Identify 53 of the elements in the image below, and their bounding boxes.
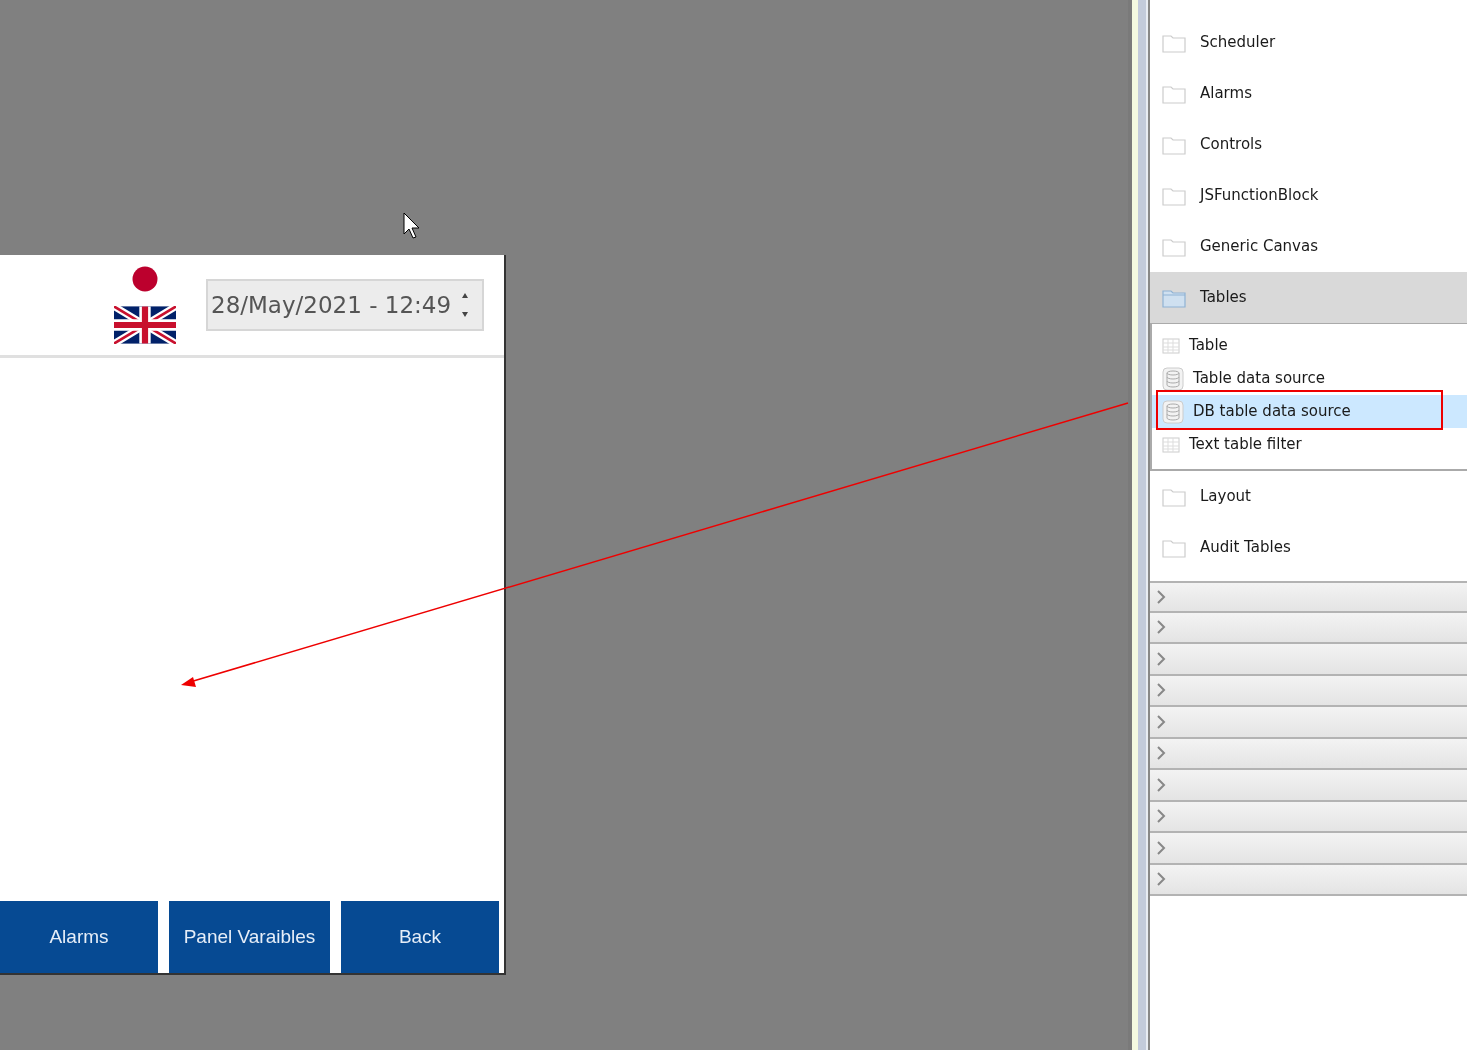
collapsed-group-header[interactable] <box>1150 770 1467 802</box>
palette-item[interactable]: DB table data source <box>1152 395 1467 428</box>
collapsed-group-header[interactable] <box>1150 612 1467 644</box>
spinner-arrows-icon[interactable] <box>461 292 469 318</box>
chevron-right-icon <box>1156 872 1166 887</box>
chevron-right-icon <box>1156 746 1166 761</box>
table-icon <box>1162 336 1180 355</box>
palette-folder[interactable]: Generic Canvas <box>1150 221 1467 272</box>
folder-icon <box>1162 486 1186 507</box>
database-icon <box>1162 366 1184 391</box>
chevron-right-icon <box>1156 714 1166 729</box>
collapsed-group-header[interactable] <box>1150 738 1467 770</box>
collapsed-group-header[interactable] <box>1150 675 1467 707</box>
collapsed-group-header[interactable] <box>1150 864 1467 896</box>
hmi-button[interactable]: Panel Varaibles <box>169 901 330 973</box>
folder-icon <box>1162 32 1186 53</box>
palette-item[interactable]: Table data source <box>1152 362 1467 395</box>
collapsed-group-header[interactable] <box>1150 581 1467 613</box>
uk-flag-icon[interactable] <box>114 306 176 344</box>
chevron-right-icon <box>1156 840 1166 855</box>
collapsed-group-header[interactable] <box>1150 801 1467 833</box>
chevron-right-icon <box>1156 683 1166 698</box>
folder-icon <box>1162 236 1186 257</box>
palette-item[interactable]: Text table filter <box>1152 428 1467 461</box>
folder-icon <box>1162 537 1186 558</box>
hmi-button[interactable]: Alarms <box>0 901 158 973</box>
collapsed-group-header[interactable] <box>1150 707 1467 739</box>
database-icon <box>1162 399 1184 424</box>
folder-icon <box>1162 134 1186 155</box>
folder-icon <box>1162 287 1186 308</box>
palette-folder[interactable]: Audit Tables <box>1150 522 1467 573</box>
palette-folder[interactable]: JSFunctionBlock <box>1150 170 1467 221</box>
palette-folder[interactable]: Controls <box>1150 119 1467 170</box>
palette-folder[interactable]: Tables <box>1150 272 1467 323</box>
palette-folder[interactable]: Layout <box>1150 471 1467 522</box>
mouse-cursor-icon <box>403 212 420 239</box>
chevron-right-icon <box>1156 809 1166 824</box>
chevron-right-icon <box>1156 589 1166 604</box>
japan-flag-icon[interactable] <box>132 266 158 292</box>
chevron-right-icon <box>1156 777 1166 792</box>
datetime-spinner[interactable]: 28/May/2021 - 12:49 <box>206 279 484 331</box>
chevron-right-icon <box>1156 651 1166 666</box>
collapsed-group-header[interactable] <box>1150 833 1467 865</box>
palette-folder[interactable]: Scheduler <box>1150 17 1467 68</box>
folder-icon <box>1162 83 1186 104</box>
hmi-button[interactable]: Back <box>341 901 499 973</box>
table-icon <box>1162 435 1180 454</box>
folder-icon <box>1162 185 1186 206</box>
collapsed-group-header[interactable] <box>1150 644 1467 676</box>
splitter[interactable] <box>1128 0 1150 1050</box>
chevron-right-icon <box>1156 620 1166 635</box>
palette-folder[interactable]: Alarms <box>1150 68 1467 119</box>
palette-item[interactable]: Table <box>1152 329 1467 362</box>
